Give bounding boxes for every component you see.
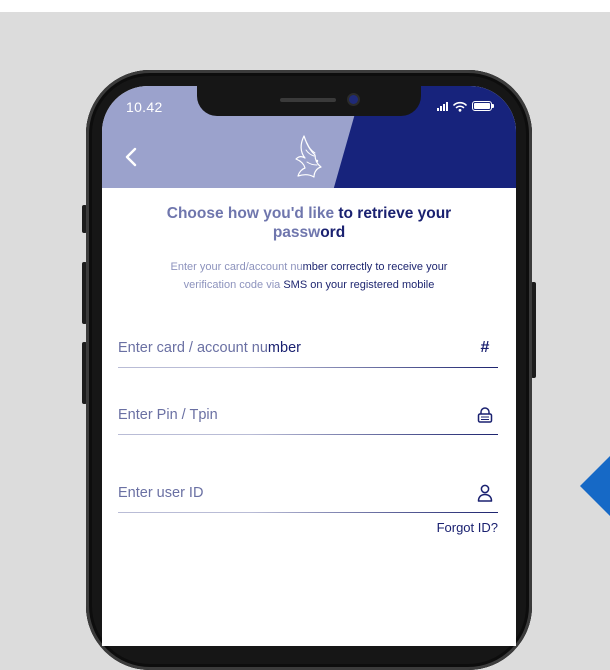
wifi-icon <box>453 101 467 112</box>
pin-underline <box>118 434 498 435</box>
card-number-placeholder: Enter card / account number <box>118 340 301 356</box>
status-icons <box>437 99 494 113</box>
content-area: Choose how you'd like to retrieve your p… <box>102 188 516 646</box>
battery-icon <box>472 101 494 111</box>
app-header: 10.42 <box>102 86 516 188</box>
forgot-id-link[interactable]: Forgot ID? <box>437 520 498 535</box>
camera <box>349 95 358 104</box>
page-subtitle: Enter your card/account number correctly… <box>170 261 448 291</box>
phone-screen: 10.42 Choose how you'd like to retrieve … <box>102 86 516 646</box>
status-time: 10.42 <box>126 99 163 115</box>
user-icon <box>476 483 494 503</box>
notch <box>197 86 421 116</box>
pin-placeholder: Enter Pin / Tpin <box>118 407 218 423</box>
eagle-logo-icon <box>295 135 322 178</box>
side-arrow-icon <box>580 452 610 520</box>
user-id-placeholder: Enter user ID <box>118 485 204 501</box>
pin-field[interactable]: Enter Pin / Tpin <box>118 405 498 435</box>
signal-icon <box>437 101 448 111</box>
speaker <box>280 98 336 102</box>
page-title: Choose how you'd like to retrieve your p… <box>166 205 452 241</box>
user-id-underline <box>118 512 498 513</box>
hash-icon: # <box>480 339 490 356</box>
background: 10.42 Choose how you'd like to retrieve … <box>0 0 610 670</box>
card-number-underline <box>118 367 498 368</box>
top-strip <box>0 0 610 12</box>
keypad-lock-icon <box>476 405 494 425</box>
card-number-field[interactable]: Enter card / account number # <box>118 338 498 368</box>
chevron-left-icon[interactable] <box>122 146 140 168</box>
user-id-field[interactable]: Enter user ID <box>118 483 498 513</box>
